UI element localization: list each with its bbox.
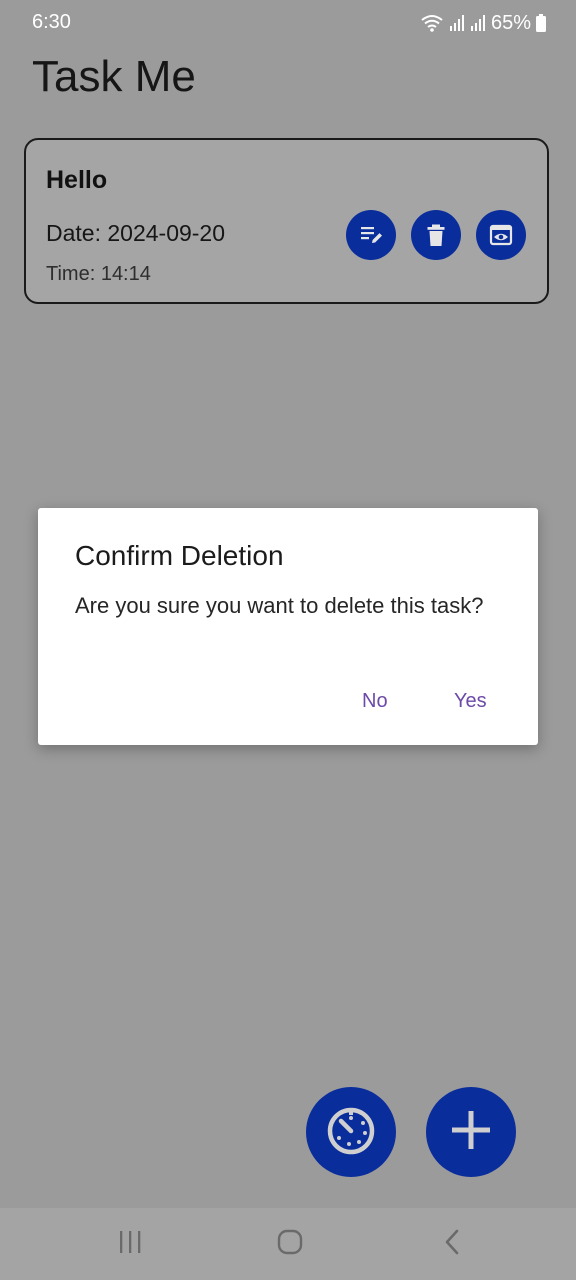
- edit-task-button[interactable]: [346, 210, 396, 260]
- view-icon: [488, 222, 514, 248]
- task-card[interactable]: Hello Date: 2024-09-20 Time: 14:14: [24, 138, 549, 304]
- add-icon: [449, 1108, 493, 1157]
- confirm-delete-dialog: Confirm Deletion Are you sure you want t…: [38, 508, 538, 745]
- wifi-icon: [420, 13, 444, 33]
- yes-button[interactable]: Yes: [454, 690, 487, 713]
- recents-icon: [117, 1230, 143, 1259]
- battery-percent: 65%: [490, 11, 531, 34]
- task-date: Date: 2024-09-20: [46, 220, 226, 246]
- timer-fab[interactable]: [306, 1087, 396, 1177]
- battery-icon: [536, 14, 546, 32]
- back-icon: [442, 1228, 462, 1261]
- back-button[interactable]: [422, 1208, 482, 1280]
- task-time: Time: 14:14: [46, 263, 151, 285]
- task-title: Hello: [46, 166, 108, 194]
- dialog-title: Confirm Deletion: [75, 540, 284, 571]
- no-button[interactable]: No: [362, 690, 388, 713]
- status-time: 6:30: [32, 11, 71, 33]
- view-task-button[interactable]: [476, 210, 526, 260]
- add-task-fab[interactable]: [426, 1087, 516, 1177]
- app-title: Task Me: [32, 52, 196, 101]
- dialog-message: Are you sure you want to delete this tas…: [75, 593, 484, 618]
- edit-icon: [358, 222, 384, 248]
- status-bar: 6:30 65%: [0, 0, 576, 46]
- timer-icon: [325, 1104, 377, 1161]
- system-nav-bar: [0, 1208, 576, 1280]
- home-icon: [276, 1228, 304, 1261]
- home-button[interactable]: [260, 1208, 320, 1280]
- signal-icon: [470, 14, 486, 32]
- delete-task-button[interactable]: [411, 210, 461, 260]
- signal-icon: [449, 14, 465, 32]
- delete-icon: [423, 222, 449, 248]
- status-icons: 65%: [420, 10, 546, 36]
- recents-button[interactable]: [100, 1208, 160, 1280]
